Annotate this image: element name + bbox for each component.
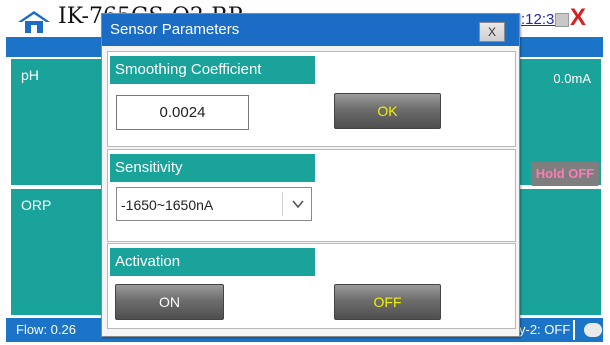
activation-off-button[interactable]: OFF — [334, 284, 441, 320]
ph-current-output: 0.0mA — [553, 71, 591, 86]
activation-header: Activation — [110, 248, 315, 276]
activation-on-button[interactable]: ON — [115, 284, 224, 320]
dialog-title-bar: Sensor Parameters X — [102, 14, 519, 46]
smoothing-coefficient-input[interactable]: 0.0024 — [116, 95, 249, 130]
toggle-icon[interactable] — [584, 323, 602, 337]
flow-status: Flow: 0.26 — [16, 322, 76, 337]
ok-button[interactable]: OK — [334, 93, 441, 129]
sensitivity-section: Sensitivity -1650~1650nA — [107, 149, 516, 242]
relay-status: y-2: OFF — [519, 322, 571, 337]
sensor-parameters-dialog: Sensor Parameters X Smoothing Coefficien… — [101, 13, 520, 337]
app-close-button[interactable]: X — [570, 4, 586, 32]
orp-label: ORP — [21, 197, 52, 213]
sensitivity-value: -1650~1650nA — [121, 197, 214, 213]
screen: IK-765GS-O2-RP :12:39 X pH 0.0mA Hold OF… — [0, 0, 610, 345]
hold-button[interactable]: Hold OFF — [531, 162, 599, 186]
status-divider — [573, 320, 575, 340]
chevron-down-icon[interactable] — [291, 197, 305, 211]
smoothing-header: Smoothing Coefficient — [110, 56, 315, 84]
ph-label: pH — [21, 67, 39, 83]
activation-section: Activation ON OFF — [107, 243, 516, 329]
sensitivity-header: Sensitivity — [110, 154, 315, 182]
select-divider — [282, 192, 283, 216]
dialog-close-button[interactable]: X — [479, 22, 505, 42]
smoothing-section: Smoothing Coefficient 0.0024 OK — [107, 51, 516, 147]
sensitivity-select[interactable]: -1650~1650nA — [116, 187, 312, 221]
dialog-title: Sensor Parameters — [110, 21, 240, 38]
minimize-button[interactable] — [555, 13, 569, 27]
home-icon[interactable] — [16, 10, 52, 34]
